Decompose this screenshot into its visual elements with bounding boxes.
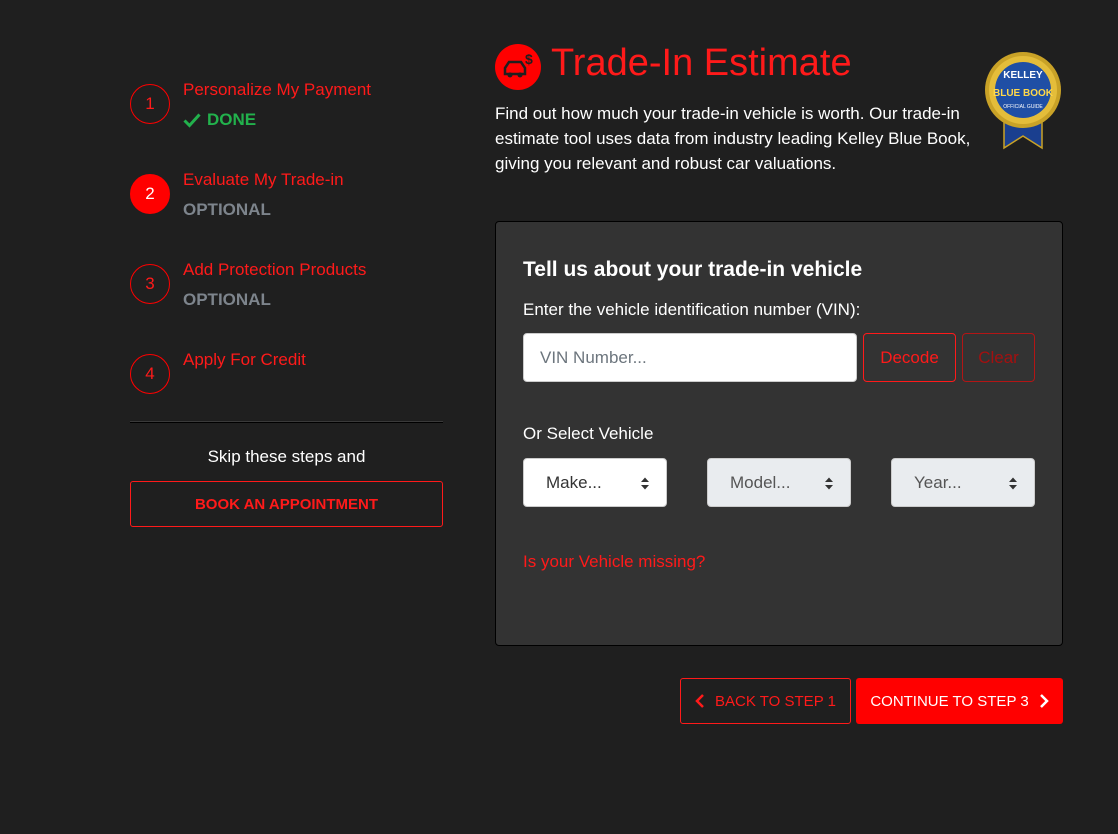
intro-text: Find out how much your trade-in vehicle … bbox=[495, 104, 971, 173]
select-arrows-icon bbox=[641, 477, 649, 490]
step-title[interactable]: Add Protection Products bbox=[183, 260, 366, 280]
divider bbox=[130, 421, 443, 423]
chevron-right-icon bbox=[1039, 694, 1049, 708]
year-select-value: Year... bbox=[914, 472, 962, 492]
select-arrows-icon bbox=[825, 477, 833, 490]
progress-stepper: 1 Personalize My Payment DONE 2 Evaluate… bbox=[130, 78, 443, 438]
check-icon bbox=[183, 113, 201, 128]
model-select-value: Model... bbox=[730, 472, 791, 492]
step-number: 3 bbox=[130, 264, 170, 304]
clear-button[interactable]: Clear bbox=[962, 333, 1035, 382]
page-title: Trade-In Estimate bbox=[551, 42, 852, 84]
step-status-label: DONE bbox=[207, 110, 257, 129]
car-dollar-icon: $ bbox=[495, 44, 541, 90]
back-to-step-1-button[interactable]: BACK TO STEP 1 bbox=[680, 678, 851, 724]
step-title[interactable]: Personalize My Payment bbox=[183, 80, 371, 100]
step-1[interactable]: 1 Personalize My Payment DONE bbox=[130, 78, 443, 168]
year-select[interactable]: Year... bbox=[891, 458, 1035, 507]
step-status-done: DONE bbox=[183, 110, 256, 130]
step-status-label: OPTIONAL bbox=[183, 200, 271, 219]
vin-input[interactable] bbox=[523, 333, 857, 382]
step-2[interactable]: 2 Evaluate My Trade-in OPTIONAL bbox=[130, 168, 443, 258]
step-title[interactable]: Apply For Credit bbox=[183, 350, 306, 370]
step-4[interactable]: 4 Apply For Credit bbox=[130, 348, 443, 438]
continue-to-step-3-button[interactable]: CONTINUE TO STEP 3 bbox=[856, 678, 1063, 724]
back-button-label: BACK TO STEP 1 bbox=[715, 692, 836, 710]
logo-text-top: KELLEY bbox=[1003, 70, 1043, 81]
step-3[interactable]: 3 Add Protection Products OPTIONAL bbox=[130, 258, 443, 348]
step-title[interactable]: Evaluate My Trade-in bbox=[183, 170, 344, 190]
step-number: 4 bbox=[130, 354, 170, 394]
logo-text-bottom: OFFICIAL GUIDE bbox=[1003, 104, 1043, 110]
make-select[interactable]: Make... bbox=[523, 458, 667, 507]
select-vehicle-label: Or Select Vehicle bbox=[523, 424, 654, 443]
model-select[interactable]: Model... bbox=[707, 458, 851, 507]
skip-steps-text: Skip these steps and bbox=[207, 447, 366, 466]
make-select-value: Make... bbox=[546, 472, 602, 492]
vin-label: Enter the vehicle identification number … bbox=[523, 300, 861, 319]
chevron-left-icon bbox=[695, 694, 704, 708]
step-number: 1 bbox=[130, 84, 170, 124]
svg-text:$: $ bbox=[525, 52, 533, 67]
next-button-label: CONTINUE TO STEP 3 bbox=[870, 692, 1029, 710]
decode-button[interactable]: Decode bbox=[863, 333, 956, 382]
select-arrows-icon bbox=[1009, 477, 1017, 490]
step-status-label: OPTIONAL bbox=[183, 290, 271, 309]
logo-text-main: BLUE BOOK bbox=[993, 88, 1054, 99]
card-title: Tell us about your trade-in vehicle bbox=[523, 258, 863, 281]
kelley-blue-book-logo: KELLEY BLUE BOOK OFFICIAL GUIDE bbox=[985, 52, 1061, 150]
vehicle-missing-link[interactable]: Is your Vehicle missing? bbox=[523, 552, 705, 572]
step-number: 2 bbox=[130, 174, 170, 214]
book-appointment-button[interactable]: BOOK AN APPOINTMENT bbox=[130, 481, 443, 527]
